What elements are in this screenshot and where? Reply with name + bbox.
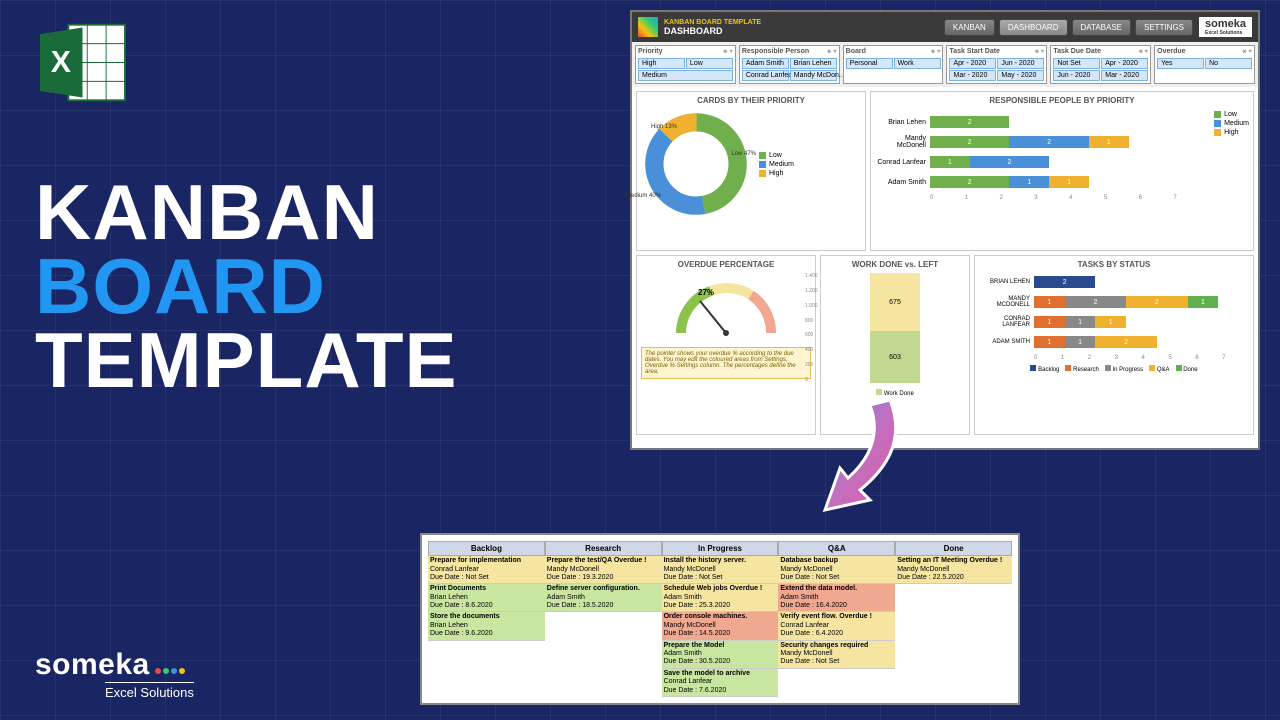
kanban-card[interactable]: Setting an IT Meeting Overdue !Mandy McD…	[895, 556, 1012, 584]
hero-line3: TEMPLATE	[35, 323, 458, 397]
footer-brand-tag: Excel Solutions	[105, 682, 194, 700]
kanban-card[interactable]: Print DocumentsBrian LehenDue Date : 8.6…	[428, 584, 545, 612]
kanban-card[interactable]: Prepare the ModelAdam SmithDue Date : 30…	[662, 641, 779, 669]
filter-option[interactable]: Not Set	[1053, 58, 1100, 69]
nav-database[interactable]: DATABASE	[1072, 19, 1132, 36]
chart-people-by-priority: RESPONSIBLE PEOPLE BY PRIORITY Brian Leh…	[870, 91, 1254, 251]
kanban-column: Database backupMandy McDonellDue Date : …	[778, 556, 895, 697]
kanban-card[interactable]: Verify event flow. Overdue !Conrad Lanfe…	[778, 612, 895, 640]
filter-option[interactable]: Jun - 2020	[1053, 70, 1100, 81]
dash-logo-icon	[638, 17, 658, 37]
gauge-chart: 27%	[666, 273, 786, 343]
nav-dashboard[interactable]: DASHBOARD	[999, 19, 1068, 36]
kanban-board: BacklogResearchIn ProgressQ&ADone Prepare…	[420, 533, 1020, 705]
footer-brand-name: someka	[35, 648, 150, 681]
filter-option[interactable]: Medium	[638, 70, 733, 81]
dash-eyebrow: KANBAN BOARD TEMPLATE	[664, 19, 761, 26]
excel-icon: X	[35, 20, 130, 105]
hero-line1: KANBAN	[35, 175, 458, 249]
kanban-card[interactable]: Store the documentsBrian LehenDue Date :…	[428, 612, 545, 640]
filter-task-due-date[interactable]: Task Due Date⚹ ▾Not SetApr - 2020Jun - 2…	[1050, 45, 1151, 84]
filter-option[interactable]: Adam Smith	[742, 58, 789, 69]
filter-overdue[interactable]: Overdue⚹ ▾YesNo	[1154, 45, 1255, 84]
filter-option[interactable]: Mar - 2020	[1101, 70, 1148, 81]
filter-option[interactable]: Yes	[1157, 58, 1204, 69]
kanban-card[interactable]: Order console machines.Mandy McDonellDue…	[662, 612, 779, 640]
kanban-column: Prepare the test/QA Overdue !Mandy McDon…	[545, 556, 662, 697]
kanban-card[interactable]: Prepare the test/QA Overdue !Mandy McDon…	[545, 556, 662, 584]
kanban-card[interactable]: Save the model to archiveConrad LanfearD…	[662, 669, 779, 697]
filter-board[interactable]: Board⚹ ▾PersonalWork	[843, 45, 944, 84]
filter-option[interactable]: Conrad Lanfear	[742, 70, 789, 81]
chart-work-done-left: WORK DONE vs. LEFT 02004006008001.0001.2…	[820, 255, 970, 435]
footer-brand: someka Excel Solutions	[35, 648, 194, 700]
kanban-column-header: Done	[895, 541, 1012, 556]
filter-option[interactable]: Apr - 2020	[949, 58, 996, 69]
hero-title: KANBAN BOARD TEMPLATE	[35, 175, 458, 397]
dash-nav: KANBAN DASHBOARD DATABASE SETTINGS	[944, 19, 1193, 36]
filter-option[interactable]: May - 2020	[997, 70, 1044, 81]
nav-kanban[interactable]: KANBAN	[944, 19, 995, 36]
people-legend: Low Medium High	[1214, 109, 1249, 201]
chart-cards-by-priority: CARDS BY THEIR PRIORITY Low 47% Medium 4…	[636, 91, 866, 251]
kanban-card[interactable]: Security changes requiredMandy McDonellD…	[778, 641, 895, 669]
filter-option[interactable]: No	[1205, 58, 1252, 69]
stacked-bar: 603 675	[870, 273, 920, 383]
kanban-column-header: Q&A	[778, 541, 895, 556]
chart-overdue-percentage: OVERDUE PERCENTAGE 27% The pointer shows…	[636, 255, 816, 435]
filter-priority[interactable]: Priority⚹ ▾HighLowMedium	[635, 45, 736, 84]
status-legend: Backlog Research In Progress Q&A Done	[979, 365, 1249, 373]
kanban-column-header: Research	[545, 541, 662, 556]
dashboard-header: KANBAN BOARD TEMPLATE DASHBOARD KANBAN D…	[632, 12, 1258, 42]
kanban-column: Install the history server.Mandy McDonel…	[662, 556, 779, 697]
chart-title: CARDS BY THEIR PRIORITY	[641, 96, 861, 105]
kanban-card[interactable]: Schedule Web jobs Overdue !Adam SmithDue…	[662, 584, 779, 612]
filter-option[interactable]: Mandy McDon...	[790, 70, 837, 81]
hero-line2: BOARD	[35, 249, 458, 323]
filters-row: Priority⚹ ▾HighLowMediumResponsible Pers…	[632, 42, 1258, 87]
kanban-card[interactable]: Extend the data model.Adam SmithDue Date…	[778, 584, 895, 612]
chart-tasks-by-status: TASKS BY STATUS BRIAN LEHEN2MANDY MCDONE…	[974, 255, 1254, 435]
filter-option[interactable]: Jun - 2020	[997, 58, 1044, 69]
kanban-card[interactable]: Database backupMandy McDonellDue Date : …	[778, 556, 895, 584]
dash-title: DASHBOARD	[664, 26, 761, 36]
svg-text:X: X	[51, 46, 71, 79]
filter-option[interactable]: Brian Lehen	[790, 58, 837, 69]
nav-settings[interactable]: SETTINGS	[1135, 19, 1193, 36]
filter-task-start-date[interactable]: Task Start Date⚹ ▾Apr - 2020Jun - 2020Ma…	[946, 45, 1047, 84]
filter-option[interactable]: Apr - 2020	[1101, 58, 1148, 69]
filter-responsible-person[interactable]: Responsible Person⚹ ▾Adam SmithBrian Leh…	[739, 45, 840, 84]
filter-option[interactable]: Mar - 2020	[949, 70, 996, 81]
kanban-card[interactable]: Prepare for implementationConrad Lanfear…	[428, 556, 545, 584]
chart-title: RESPONSIBLE PEOPLE BY PRIORITY	[875, 96, 1249, 105]
filter-option[interactable]: Personal	[846, 58, 893, 69]
kanban-card[interactable]: Define server configuration.Adam SmithDu…	[545, 584, 662, 612]
kanban-column: Setting an IT Meeting Overdue !Mandy McD…	[895, 556, 1012, 697]
dashboard-window: KANBAN BOARD TEMPLATE DASHBOARD KANBAN D…	[630, 10, 1260, 450]
donut-chart: Low 47% Medium 40% High 13%	[641, 109, 751, 219]
kanban-column-header: Backlog	[428, 541, 545, 556]
dash-brand: someka Excel Solutions	[1199, 17, 1252, 37]
filter-option[interactable]: Low	[686, 58, 733, 69]
gauge-note: The pointer shows your overdue % accordi…	[641, 347, 811, 379]
priority-legend: Low Medium High	[759, 150, 794, 179]
kanban-column: Prepare for implementationConrad Lanfear…	[428, 556, 545, 697]
filter-option[interactable]: High	[638, 58, 685, 69]
filter-option[interactable]: Work	[894, 58, 941, 69]
kanban-column-header: In Progress	[662, 541, 779, 556]
svg-text:27%: 27%	[698, 288, 714, 297]
kanban-card[interactable]: Install the history server.Mandy McDonel…	[662, 556, 779, 584]
